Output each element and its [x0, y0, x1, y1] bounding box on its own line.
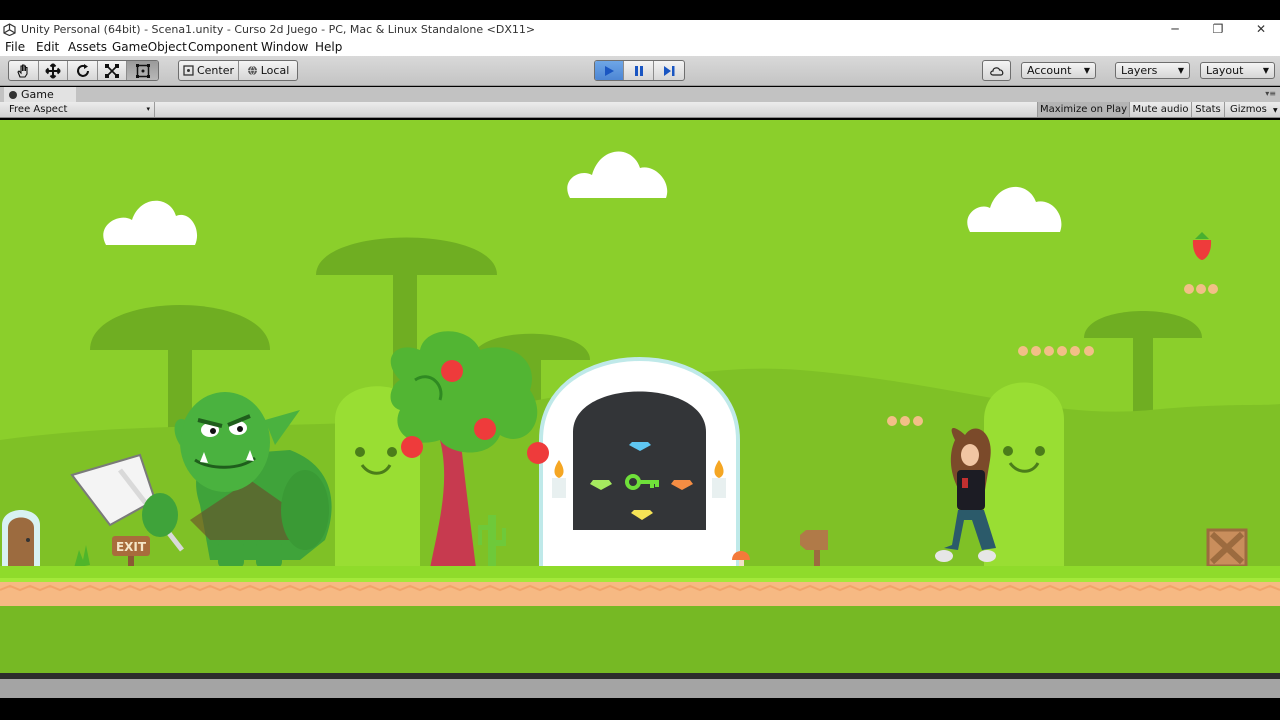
account-dropdown[interactable]: Account ▼: [1021, 62, 1096, 79]
panel-tab-row: Game ▾≡: [0, 87, 1280, 102]
hand-tool-icon: [17, 63, 28, 78]
cloud-icon: [989, 66, 1003, 76]
unity-logo-icon: [3, 23, 16, 36]
cloud-services-toggle: [982, 60, 1011, 81]
menu-bar: File Edit Assets GameObject Component Wi…: [0, 39, 1280, 56]
pivot-toggles: Center Local: [178, 60, 298, 81]
main-toolbar: Center Local Account ▼ Layers ▼ Layout ▼: [0, 56, 1280, 86]
menu-assets[interactable]: Assets: [68, 39, 107, 55]
rotate-tool-button[interactable]: [68, 61, 98, 80]
pivot-center-button[interactable]: Center: [179, 61, 239, 80]
strawberry-pickup: [1192, 232, 1212, 260]
menu-edit[interactable]: Edit: [36, 39, 59, 55]
menu-help[interactable]: Help: [315, 39, 342, 55]
aspect-dropdown-arrow-icon: ▾: [146, 105, 150, 113]
gizmos-arrow-icon: ▼: [1273, 107, 1278, 114]
game-view[interactable]: EXIT: [0, 120, 1280, 673]
layers-label: Layers: [1121, 64, 1158, 77]
mute-audio-toggle[interactable]: Mute audio: [1129, 102, 1191, 117]
game-view-toolbar: Free Aspect ▾ Maximize on Play Mute audi…: [0, 102, 1280, 118]
pivot-local-label: Local: [260, 64, 290, 77]
layout-label: Layout: [1206, 64, 1244, 77]
account-label: Account: [1027, 64, 1072, 77]
account-dropdown-arrow-icon: ▼: [1083, 66, 1090, 75]
rect-tool-button[interactable]: [127, 61, 158, 80]
step-icon: [663, 65, 675, 76]
window-title: Unity Personal (64bit) - Scena1.unity - …: [21, 23, 536, 36]
maximize-button[interactable]: ❐: [1203, 20, 1233, 39]
exit-sign-text: EXIT: [116, 540, 147, 554]
layers-dropdown[interactable]: Layers ▼: [1115, 62, 1190, 79]
layers-dropdown-arrow-icon: ▼: [1177, 66, 1184, 75]
status-bar: [0, 679, 1280, 698]
gizmos-label: Gizmos: [1230, 104, 1267, 115]
close-button[interactable]: ✕: [1246, 20, 1276, 39]
maximize-on-play-toggle[interactable]: Maximize on Play: [1037, 102, 1129, 117]
aspect-dropdown[interactable]: Free Aspect ▾: [4, 102, 155, 117]
step-button[interactable]: [654, 61, 684, 80]
clouds: [103, 151, 1062, 245]
ground: [0, 566, 1280, 673]
play-icon: [605, 65, 615, 76]
menu-window[interactable]: Window: [261, 39, 308, 55]
menu-file[interactable]: File: [5, 39, 25, 55]
game-scene: EXIT: [0, 151, 1280, 673]
move-tool-button[interactable]: [39, 61, 69, 80]
menu-component[interactable]: Component: [188, 39, 258, 55]
menu-gameobject[interactable]: GameObject: [112, 39, 187, 55]
aspect-label: Free Aspect: [9, 104, 68, 115]
coin-row-1: [1184, 284, 1218, 294]
rect-tool-icon: [135, 63, 150, 78]
scale-tool-button[interactable]: [98, 61, 128, 80]
minimize-button[interactable]: ─: [1160, 20, 1190, 39]
unity-editor-window: Unity Personal (64bit) - Scena1.unity - …: [0, 0, 1280, 720]
transform-tools: [8, 60, 159, 81]
pivot-icon: [183, 65, 194, 76]
pivot-center-label: Center: [196, 64, 234, 77]
scale-tool-icon: [105, 63, 120, 78]
stone-archway: [539, 357, 740, 570]
move-tool-icon: [45, 62, 61, 79]
layout-dropdown[interactable]: Layout ▼: [1200, 62, 1275, 79]
tab-game-label: Game: [21, 88, 54, 101]
exit-door: [2, 510, 40, 568]
game-view-icon: [9, 91, 17, 99]
rotate-tool-icon: [76, 63, 89, 77]
globe-icon: [247, 65, 257, 76]
cloud-button[interactable]: [983, 61, 1010, 80]
playback-controls: [594, 60, 685, 81]
play-button[interactable]: [595, 61, 625, 80]
panel-menu-icon[interactable]: ▾≡: [1265, 89, 1276, 98]
wooden-crate: [1206, 528, 1248, 568]
pause-button[interactable]: [624, 61, 654, 80]
coin-row-2: [1018, 346, 1094, 356]
title-bar: Unity Personal (64bit) - Scena1.unity - …: [0, 20, 1280, 39]
pause-icon: [634, 65, 643, 76]
smiling-pillar-right: [984, 382, 1064, 568]
tab-game[interactable]: Game: [4, 87, 76, 102]
coin-row-3: [887, 416, 923, 426]
hand-tool-button[interactable]: [9, 61, 39, 80]
stats-toggle[interactable]: Stats: [1191, 102, 1224, 117]
gizmos-dropdown[interactable]: Gizmos ▼: [1224, 102, 1280, 117]
pivot-local-button[interactable]: Local: [239, 61, 297, 80]
layout-dropdown-arrow-icon: ▼: [1262, 66, 1269, 75]
